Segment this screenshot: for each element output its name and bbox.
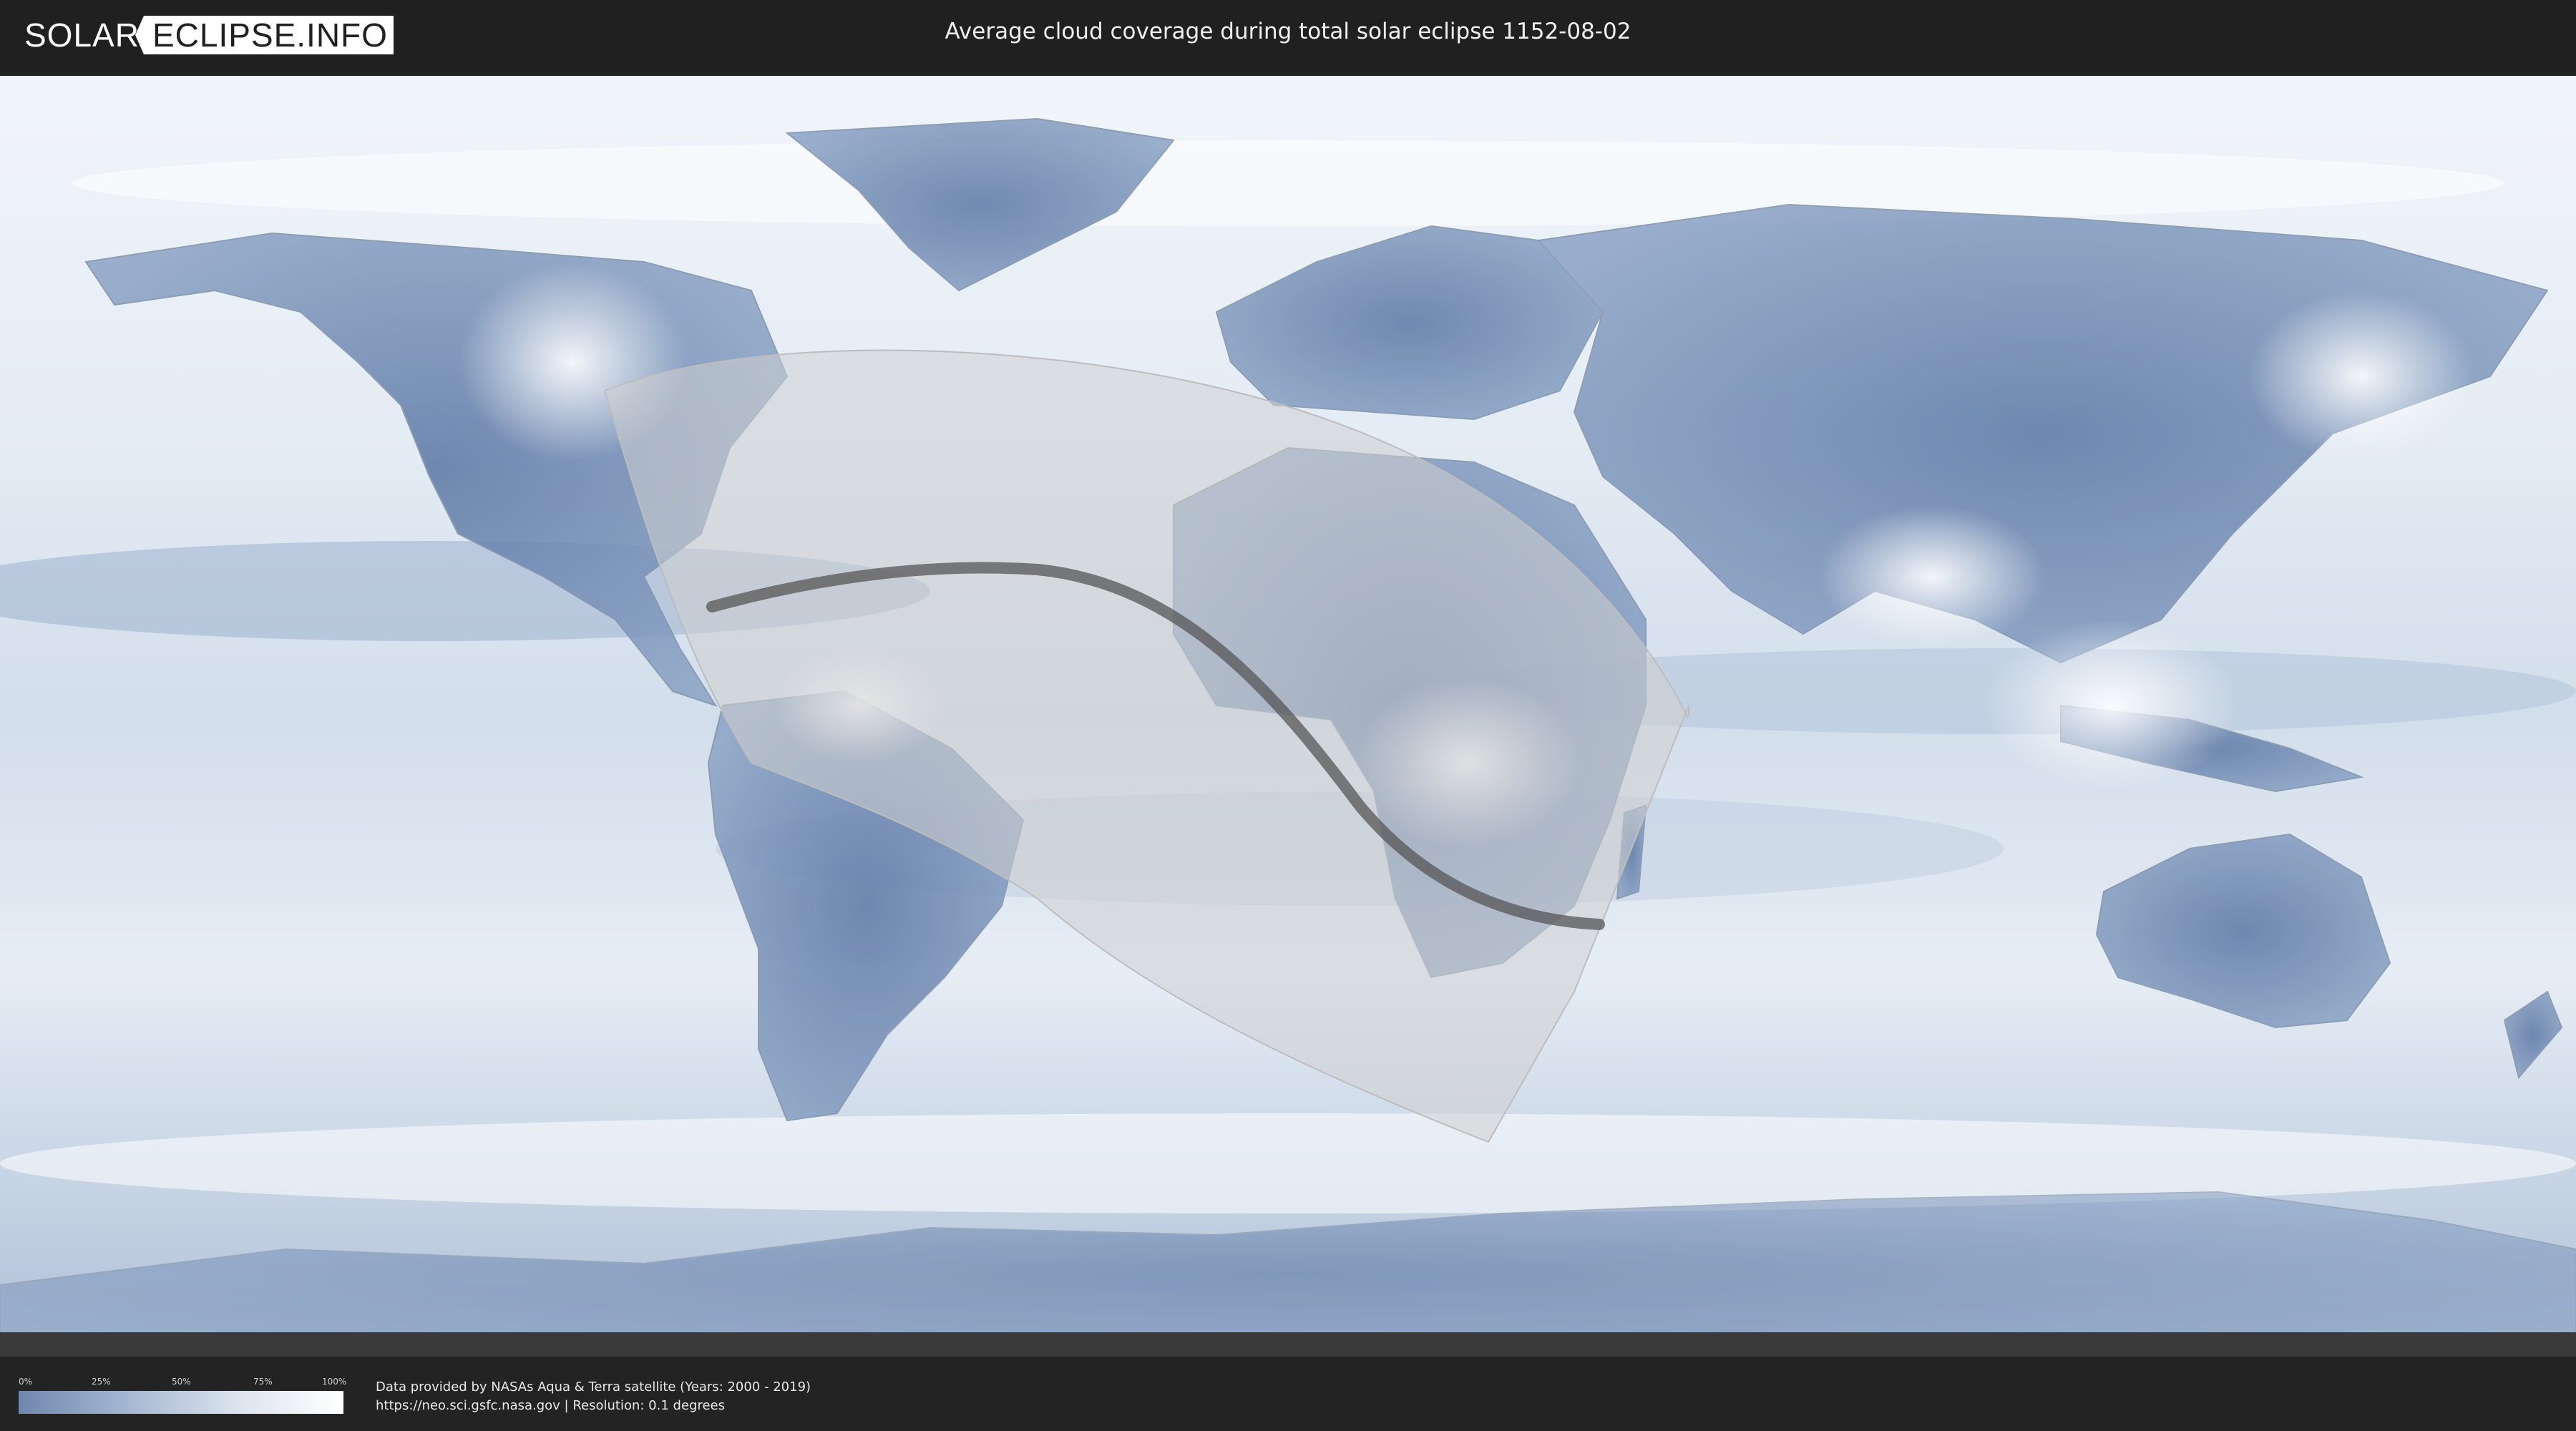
site-logo[interactable]: SOLAR ECLIPSE.INFO: [24, 16, 394, 54]
credits-line-url[interactable]: https://neo.sci.gsfc.nasa.gov | Resoluti…: [376, 1397, 811, 1415]
header-bar: SOLAR ECLIPSE.INFO Average cloud coverag…: [0, 0, 2576, 72]
data-credits: Data provided by NASAs Aqua & Terra sate…: [376, 1378, 811, 1415]
cloud-coverage-map[interactable]: [0, 76, 2576, 1357]
cloud-coverage-legend: 0% 25% 50% 75% 100%: [19, 1377, 347, 1414]
map-bottom-edge: [0, 1332, 2576, 1357]
legend-tick-0: 0%: [19, 1377, 33, 1387]
page-title: Average cloud coverage during total sola…: [945, 19, 1631, 44]
legend-tick-75: 75%: [253, 1377, 273, 1387]
legend-tick-25: 25%: [92, 1377, 111, 1387]
logo-text-eclipse-info: ECLIPSE.INFO: [135, 16, 394, 54]
legend-ticks: 0% 25% 50% 75% 100%: [19, 1377, 347, 1388]
credits-line-source: Data provided by NASAs Aqua & Terra sate…: [376, 1379, 811, 1395]
legend-color-bar: [19, 1391, 343, 1414]
legend-tick-100: 100%: [322, 1377, 347, 1387]
world-map-svg: [0, 76, 2576, 1357]
logo-text-solar: SOLAR: [24, 16, 140, 54]
legend-tick-50: 50%: [172, 1377, 191, 1387]
